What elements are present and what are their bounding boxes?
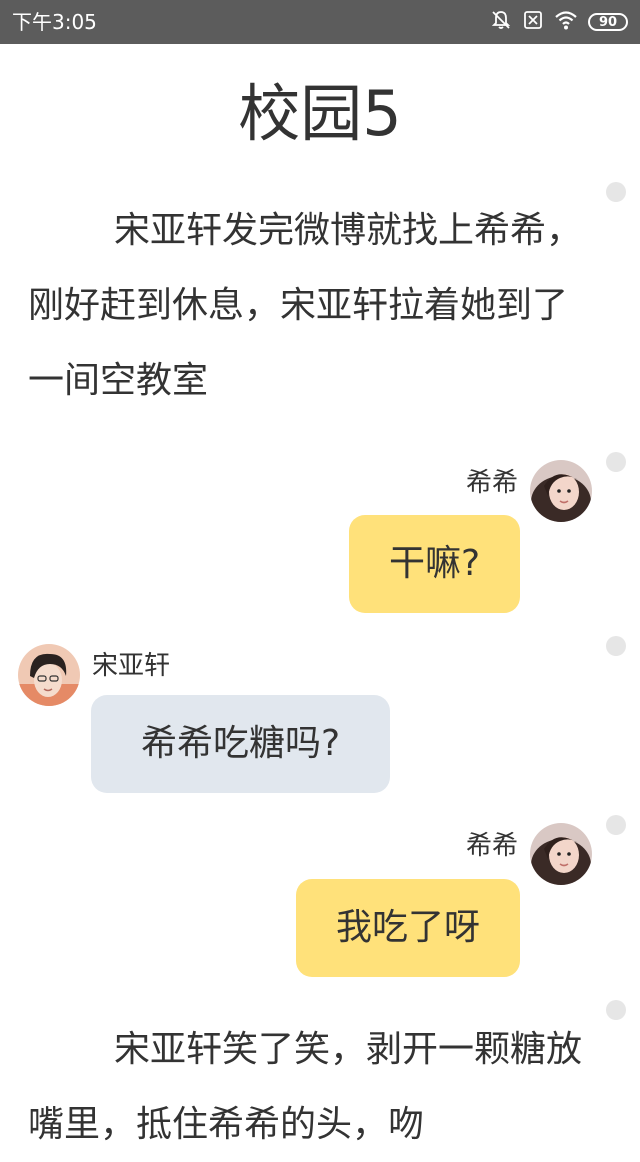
bell-muted-icon: [490, 9, 512, 35]
page-title: 校园5: [238, 77, 402, 150]
narration-paragraph: 宋亚轩发完微博就找上希希，刚好赶到休息，宋亚轩拉着她到了一间空教室: [28, 210, 583, 401]
status-time: 下午3:05: [12, 10, 97, 34]
sim-off-icon: [522, 9, 544, 35]
more-dot-icon[interactable]: [606, 1000, 626, 1020]
avatar-xixi[interactable]: [530, 823, 592, 885]
speaker-name: 希希: [465, 468, 518, 498]
more-dot-icon[interactable]: [606, 815, 626, 835]
status-icons: 90: [490, 10, 628, 34]
wifi-icon: [554, 9, 578, 35]
narration-paragraph: 宋亚轩笑了笑，剥开一颗糖放嘴里，抵住希希的头，吻: [28, 1029, 583, 1145]
avatar-song-yaxuan[interactable]: [18, 644, 80, 706]
chat-bubble: 希希吃糖吗?: [91, 695, 390, 793]
chat-bubble: 我吃了呀: [296, 879, 520, 977]
avatar-xixi[interactable]: [530, 460, 592, 522]
chat-bubble: 干嘛?: [349, 515, 520, 613]
more-dot-icon[interactable]: [606, 636, 626, 656]
speaker-name: 希希: [465, 831, 518, 861]
more-dot-icon[interactable]: [606, 182, 626, 202]
status-bar: 下午3:05 90: [0, 0, 640, 44]
battery-icon: 90: [588, 13, 628, 31]
speaker-name: 宋亚轩: [92, 651, 171, 681]
more-dot-icon[interactable]: [606, 452, 626, 472]
